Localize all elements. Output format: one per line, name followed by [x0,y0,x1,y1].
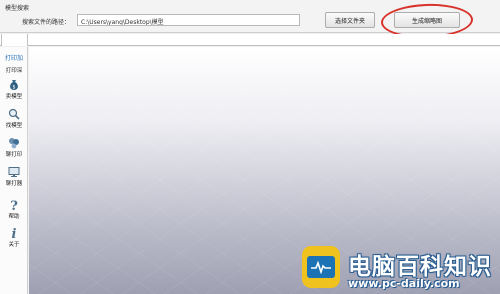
path-input[interactable]: C:\Users\yang\Desktop\模型 [77,14,300,26]
sidebar-item-label: 帮助 [8,214,20,220]
watermark-url: www.pc-daily.com [348,277,460,290]
sidebar-heading: 打印加 [0,53,28,62]
watermark-title: 电脑百科知识 [348,254,492,280]
path-label: 搜索文件的路径： [22,19,71,26]
sidebar-item-label: 找模型 [5,123,23,129]
model-search-panel: 模型搜索 搜索文件的路径： C:\Users\yang\Desktop\模型 选… [0,0,500,40]
svg-text:$: $ [12,85,15,91]
sidebar-item-label: 卖模型 [5,94,23,100]
svg-text:i: i [12,227,17,239]
magnifier-icon [8,108,20,120]
pulse-monitor-icon [307,256,335,278]
sidebar-item-chat-printer[interactable]: 聊打器 [0,166,28,187]
sidebar: 打印加 打印深 $ 卖模型 找模型 聊打印 聊打器 ? 帮助 i 关于 [0,47,28,294]
sidebar-item-help[interactable]: ? 帮助 [0,199,28,220]
sidebar-item-sell-model[interactable]: $ 卖模型 [0,79,28,100]
sidebar-item-chat-print[interactable]: 聊打印 [0,137,28,158]
sidebar-item-label: 关于 [8,242,20,248]
watermark: 电脑百科知识 www.pc-daily.com [296,244,500,294]
choose-folder-button[interactable]: 选择文件夹 [325,12,375,28]
sidebar-item-label: 聊打器 [5,181,23,187]
info-icon: i [12,227,17,239]
sidebar-item-find-model[interactable]: 找模型 [0,108,28,129]
sidebar-item-print-deep[interactable]: 打印深 [0,65,28,74]
sidebar-item-label: 聊打印 [5,152,23,158]
sidebar-item-label: 打印深 [5,68,23,74]
sidebar-item-about[interactable]: i 关于 [0,227,28,248]
chat-icon [9,138,19,149]
tab-blank[interactable] [1,34,28,46]
tab-strip [0,34,500,46]
monitor-icon [8,167,20,177]
money-bag-icon: $ [10,80,18,91]
sidebar-heading-label: 打印加 [4,55,23,62]
svg-text:?: ? [10,199,18,211]
question-icon: ? [10,199,18,211]
watermark-logo [302,246,340,288]
group-title: 模型搜索 [5,5,30,12]
